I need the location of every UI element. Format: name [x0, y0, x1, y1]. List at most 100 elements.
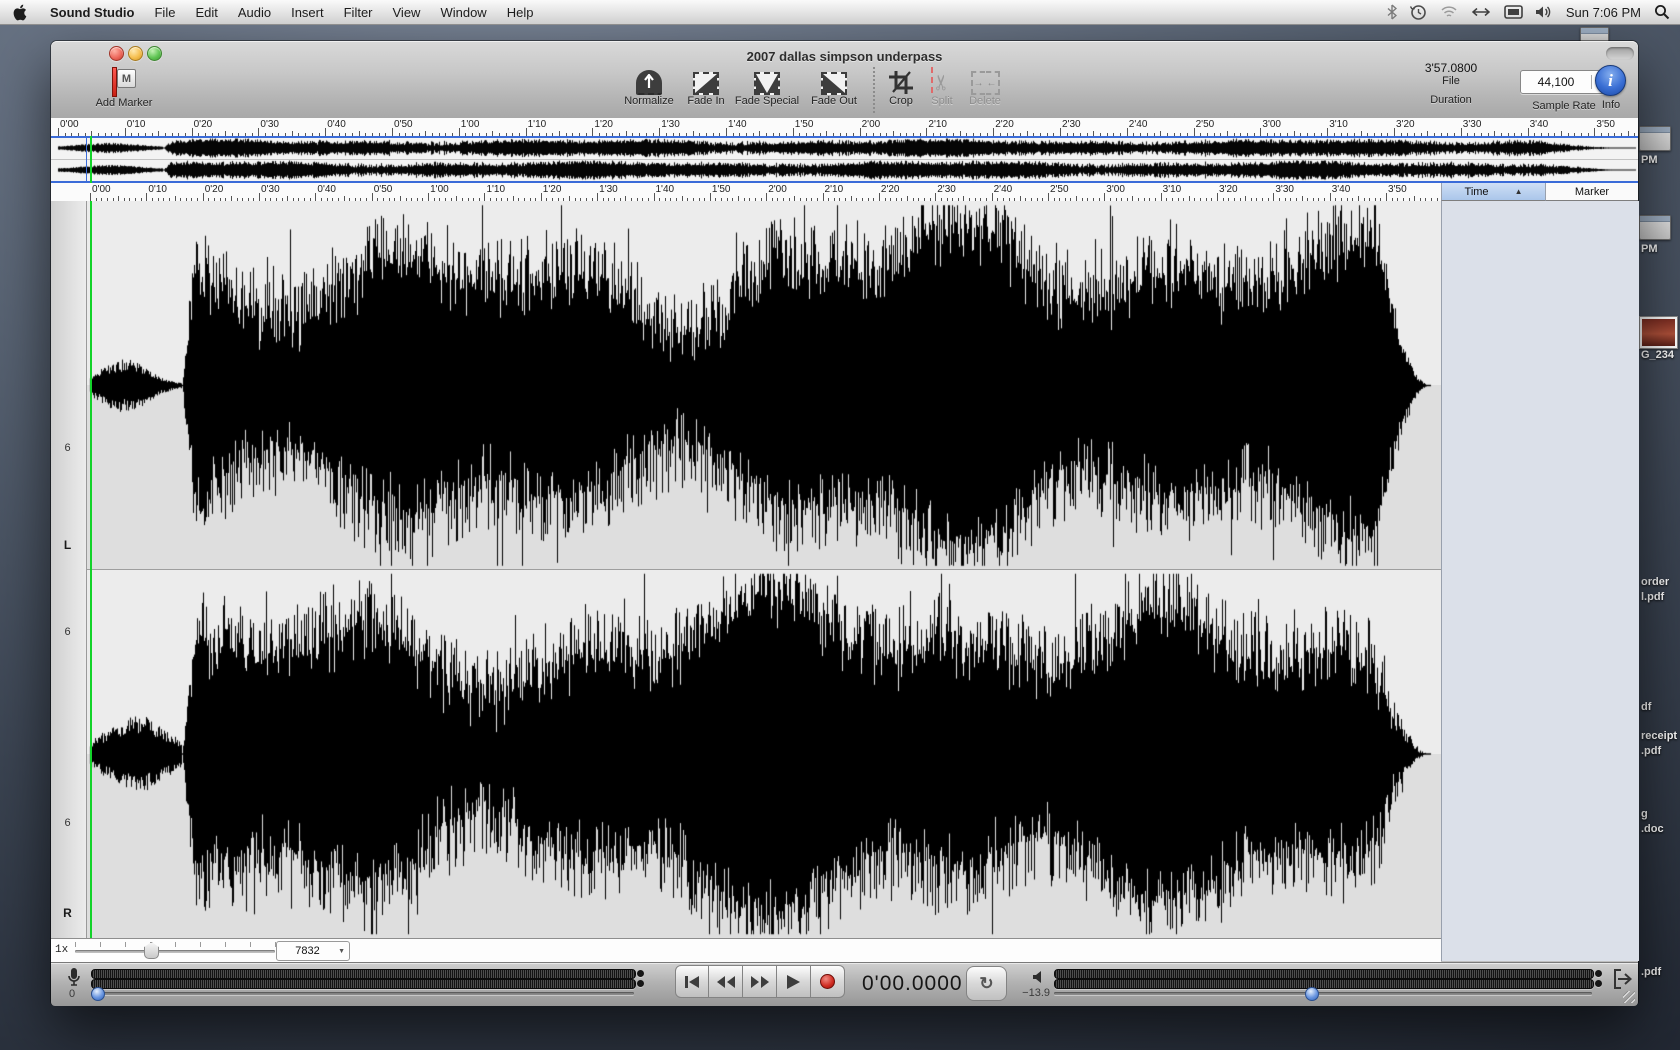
desktop-icon-label[interactable]: PM: [1641, 242, 1658, 257]
time-header-label: Time: [1464, 185, 1489, 198]
menu-item-window[interactable]: Window: [430, 0, 496, 24]
menu-item-file[interactable]: File: [144, 0, 185, 24]
fade-out-button[interactable]: Fade Out: [804, 65, 864, 107]
ruler-major-tick: [191, 128, 193, 136]
time-machine-icon[interactable]: [1409, 4, 1427, 21]
ruler-major-tick: [392, 128, 393, 136]
record-button[interactable]: [811, 965, 845, 998]
menu-item-view[interactable]: View: [383, 0, 431, 24]
markers-marker-header[interactable]: Marker: [1546, 183, 1638, 201]
markers-time-header[interactable]: Time ▲: [1441, 183, 1546, 201]
info-button[interactable]: i Info: [1595, 65, 1627, 111]
ruler-major-tick: [1460, 128, 1462, 136]
menu-item-sound-studio[interactable]: Sound Studio: [40, 0, 144, 24]
ruler-major-tick: [1527, 128, 1529, 136]
left-scale-top: 6: [64, 442, 71, 454]
rewind-button[interactable]: [709, 965, 743, 998]
desktop-file-icon[interactable]: [1639, 215, 1671, 240]
fade-special-button[interactable]: Fade Special: [729, 65, 805, 107]
desktop-icon-label[interactable]: order l.pdf: [1641, 575, 1669, 605]
ruler-label: 2'00: [768, 184, 787, 195]
ruler-label: 2'10: [928, 119, 947, 130]
duration-scope: File: [1442, 75, 1460, 87]
ruler-label: 2'40: [1128, 119, 1148, 130]
zoom-level-value: 7832: [295, 945, 320, 957]
duration-label: Duration: [1430, 94, 1472, 106]
loop-button[interactable]: ↻: [966, 966, 1007, 1001]
normalize-button[interactable]: Normalize: [614, 65, 684, 107]
input-volume-thumb[interactable]: [91, 987, 105, 1001]
meter-peak-dot: [637, 970, 644, 977]
ruler-label: 2'40: [993, 184, 1013, 195]
eject-drawer-icon[interactable]: [1613, 968, 1633, 990]
zoom-level-dropdown[interactable]: 7832 ▼: [276, 941, 350, 961]
zoom-slider-ticks: [75, 939, 276, 947]
wifi-icon[interactable]: [1440, 5, 1458, 19]
toolbar-toggle-capsule[interactable]: [1606, 47, 1634, 60]
desktop-icon-label[interactable]: G_234: [1641, 348, 1674, 363]
ruler-label: 3'00: [1106, 184, 1125, 195]
fast-forward-button[interactable]: [743, 965, 777, 998]
info-label: Info: [1601, 99, 1621, 111]
ruler-major-tick: [1273, 193, 1275, 201]
menu-item-edit[interactable]: Edit: [185, 0, 227, 24]
dropdown-arrow-icon: ▼: [338, 947, 345, 955]
transport-bar: 0 0'00.0000 ↻ −13.9: [51, 962, 1638, 1006]
input-level-value: 0: [69, 988, 76, 1000]
menu-item-help[interactable]: Help: [497, 0, 544, 24]
desktop-icon-label[interactable]: PM: [1641, 153, 1658, 168]
menu-item-insert[interactable]: Insert: [281, 0, 334, 24]
crop-button[interactable]: Crop: [881, 65, 921, 107]
desktop-file-icon[interactable]: [1639, 126, 1671, 151]
ruler-label: 1'00: [460, 119, 480, 130]
displays-icon[interactable]: [1504, 5, 1523, 19]
ruler-label: 1'30: [661, 119, 680, 130]
ruler-major-tick: [428, 193, 430, 201]
waveform-canvas[interactable]: [86, 201, 1441, 938]
fade-special-icon: [754, 72, 780, 95]
desktop-icon-label[interactable]: df: [1641, 700, 1651, 715]
playhead-line: [90, 201, 92, 938]
apple-menu[interactable]: [0, 0, 40, 24]
ruler-label: 2'30: [1062, 119, 1081, 130]
spotlight-icon[interactable]: [1654, 4, 1670, 20]
ruler-label: 0'20: [193, 119, 213, 130]
desktop-icon-label[interactable]: receipt .pdf: [1641, 729, 1677, 759]
normalize-icon: [636, 70, 662, 95]
output-volume-thumb[interactable]: [1305, 987, 1319, 1001]
fade-in-button[interactable]: Fade In: [679, 65, 733, 107]
output-volume-track[interactable]: [1054, 992, 1592, 995]
go-to-start-button[interactable]: [675, 965, 709, 998]
menu-item-filter[interactable]: Filter: [334, 0, 383, 24]
normalize-label: Normalize: [624, 95, 674, 107]
ruler-label: 1'50: [711, 184, 731, 195]
resize-grip[interactable]: [1623, 991, 1635, 1003]
main-ruler[interactable]: 0'00 0'10 0'20 0'30 0'40 0'50 1'00 1'10 1'20 1'30…: [51, 183, 1441, 202]
overview-ruler[interactable]: 0'00 0'10 0'20 0'30 0'40 0'50 1'00 1'10 1'20 1'30…: [51, 118, 1638, 137]
desktop-photo-icon[interactable]: [1639, 316, 1678, 349]
fade-out-icon: [821, 72, 847, 95]
overview-waveform[interactable]: [51, 136, 1638, 183]
ruler-label: 3'50: [1596, 119, 1615, 130]
menu-clock[interactable]: Sun 7:06 PM: [1566, 5, 1641, 20]
ruler-major-tick: [935, 193, 937, 201]
ruler-major-tick: [258, 128, 260, 136]
play-button[interactable]: [777, 965, 811, 998]
bluetooth-icon[interactable]: [1387, 4, 1397, 20]
add-marker-button[interactable]: M Add Marker: [69, 65, 179, 109]
menu-item-audio[interactable]: Audio: [228, 0, 281, 24]
title-bar[interactable]: 2007 dallas simpson underpass M Add Mark…: [51, 41, 1638, 119]
zoom-slider-track[interactable]: [75, 950, 275, 953]
ruler-major-tick: [792, 128, 794, 136]
crop-icon: [889, 71, 913, 94]
desktop-icon-label[interactable]: g .doc: [1641, 807, 1664, 837]
input-volume-track[interactable]: [91, 992, 634, 995]
desktop-icon-label[interactable]: .pdf: [1641, 965, 1661, 980]
keyboard-access-icon[interactable]: [1471, 6, 1491, 18]
ruler-label: 3'30: [1462, 119, 1482, 130]
markers-list-panel[interactable]: [1441, 201, 1639, 961]
channel-gutter: 6 L 6 6 R 6: [51, 201, 87, 1007]
meter-peak-dot: [1595, 980, 1602, 987]
volume-icon[interactable]: [1535, 5, 1553, 19]
ruler-label: 0'10: [126, 119, 146, 130]
